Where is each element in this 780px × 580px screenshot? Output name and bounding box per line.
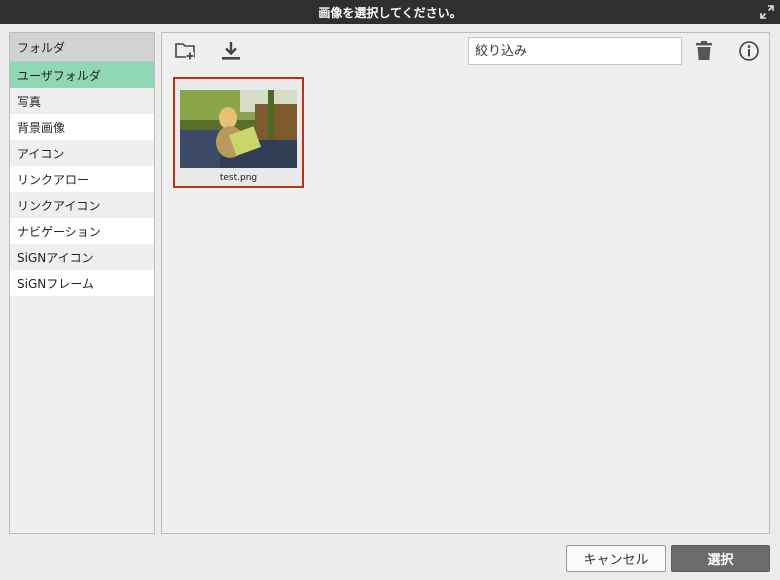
sidebar-item-label: SiGNフレーム: [17, 276, 94, 291]
sidebar-item-label: リンクアイコン: [17, 198, 101, 213]
sidebar-item-label: リンクアロー: [17, 172, 90, 187]
dialog-titlebar: 画像を選択してください。: [0, 0, 780, 24]
sidebar-item-label: 写真: [17, 94, 42, 109]
sidebar-item-icons[interactable]: アイコン: [10, 140, 154, 166]
filter-input[interactable]: [468, 37, 682, 65]
expand-icon[interactable]: [760, 5, 774, 19]
sidebar-item-link-arrow[interactable]: リンクアロー: [10, 166, 154, 192]
sidebar-item-background-images[interactable]: 背景画像: [10, 114, 154, 140]
sidebar-item-label: ナビゲーション: [17, 224, 101, 239]
new-folder-icon[interactable]: [174, 39, 198, 63]
sidebar-item-label: SiGNアイコン: [17, 250, 94, 265]
sidebar-header: フォルダ: [10, 33, 154, 62]
trash-icon[interactable]: [692, 39, 716, 63]
sidebar-item-label: ユーザフォルダ: [17, 68, 101, 83]
cancel-button[interactable]: キャンセル: [566, 545, 666, 572]
file-thumbnail-card[interactable]: test.png: [173, 77, 304, 188]
file-name-label: test.png: [219, 173, 258, 183]
select-button[interactable]: 選択: [671, 545, 770, 572]
file-browser-panel: test.png: [161, 32, 770, 534]
download-icon[interactable]: [219, 39, 243, 63]
info-icon[interactable]: [737, 39, 761, 63]
folder-sidebar: フォルダ ユーザフォルダ 写真 背景画像 アイコン リンクアロー リンクアイコン…: [9, 32, 155, 534]
dialog-title: 画像を選択してください。: [318, 5, 462, 20]
sidebar-item-link-icon[interactable]: リンクアイコン: [10, 192, 154, 218]
sidebar-item-photos[interactable]: 写真: [10, 88, 154, 114]
sidebar-item-navigation[interactable]: ナビゲーション: [10, 218, 154, 244]
sidebar-item-sign-frame[interactable]: SiGNフレーム: [10, 270, 154, 296]
sidebar-item-sign-icon[interactable]: SiGNアイコン: [10, 244, 154, 270]
file-thumbnail-image: [180, 90, 297, 168]
sidebar-item-label: アイコン: [17, 146, 65, 161]
sidebar-item-user-folder[interactable]: ユーザフォルダ: [10, 62, 154, 88]
sidebar-item-label: 背景画像: [17, 120, 66, 135]
